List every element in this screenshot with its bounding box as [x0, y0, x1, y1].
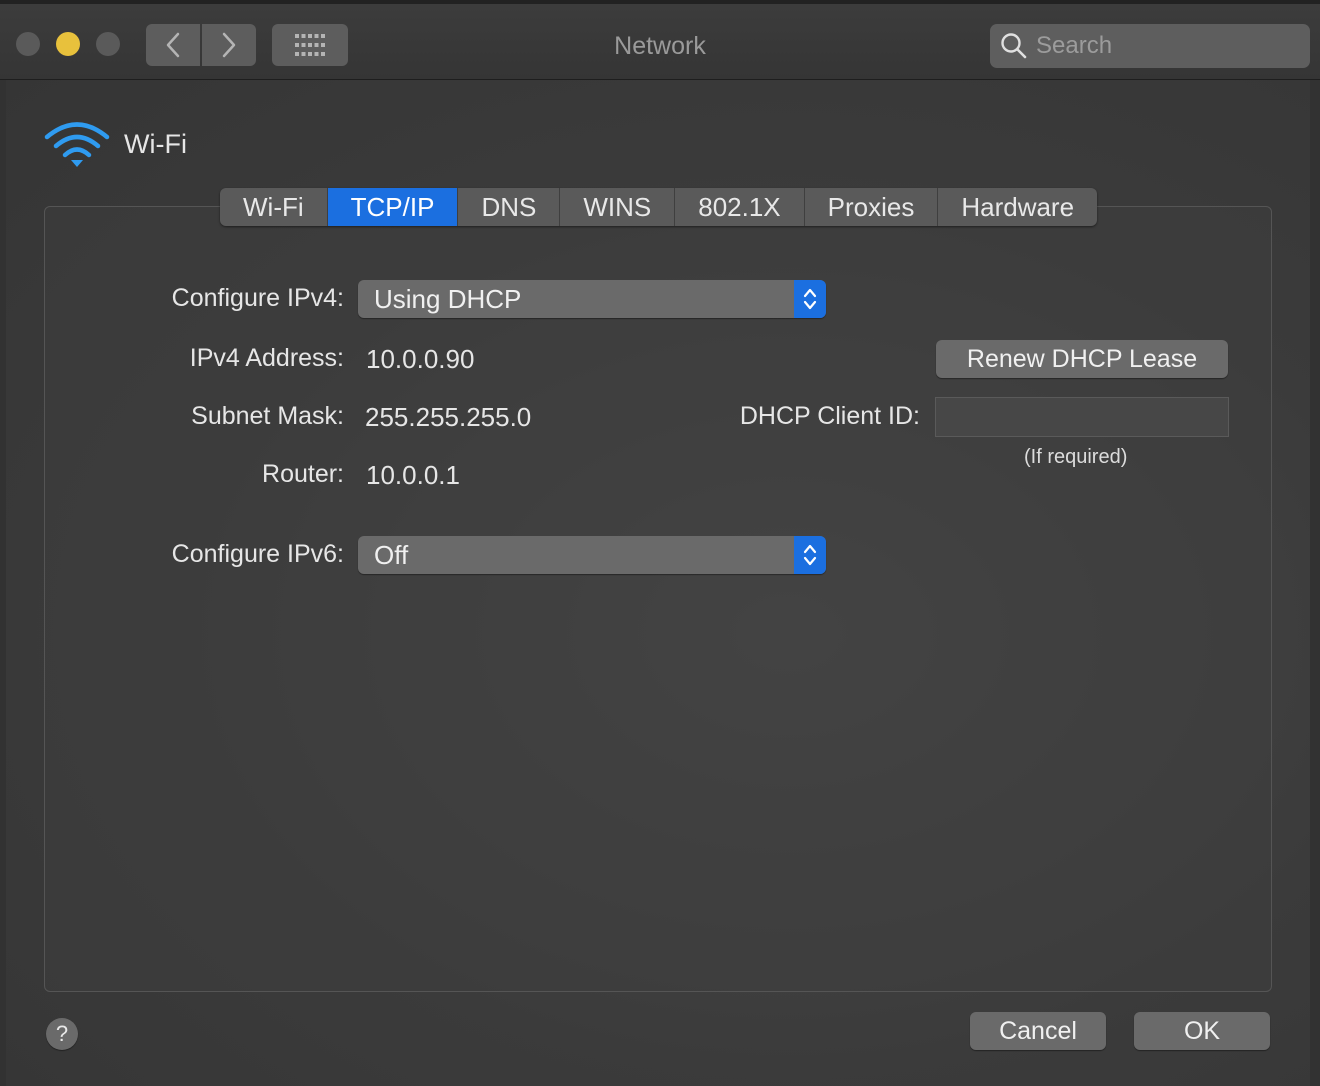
settings-panel	[44, 206, 1272, 992]
forward-button[interactable]	[202, 24, 256, 66]
zoom-window-button[interactable]	[96, 32, 120, 56]
dhcp-client-id-field[interactable]	[935, 397, 1229, 437]
title-bar: Network	[0, 0, 1320, 80]
ok-button[interactable]: OK	[1134, 1012, 1270, 1050]
network-preferences-window: Network Wi-Fi Wi-Fi TCP/IP DNS WINS	[0, 0, 1320, 1086]
dhcp-client-id-input[interactable]	[936, 398, 1228, 436]
renew-dhcp-lease-button[interactable]: Renew DHCP Lease	[936, 340, 1228, 378]
tab-tcpip[interactable]: TCP/IP	[327, 188, 459, 226]
ipv4-address-value: 10.0.0.90	[366, 344, 475, 374]
dhcp-client-id-label: DHCP Client ID:	[739, 402, 920, 430]
configure-ipv6-popup[interactable]: Off	[358, 536, 826, 574]
tab-proxies[interactable]: Proxies	[805, 188, 939, 226]
configure-ipv4-label: Configure IPv4:	[171, 284, 344, 312]
tab-hardware[interactable]: Hardware	[938, 188, 1097, 226]
minimize-window-button[interactable]	[56, 32, 80, 56]
tab-bar: Wi-Fi TCP/IP DNS WINS 802.1X Proxies Har…	[220, 188, 1098, 226]
tab-dns[interactable]: DNS	[458, 188, 561, 226]
search-field[interactable]	[990, 24, 1310, 68]
configure-ipv4-popup[interactable]: Using DHCP	[358, 280, 826, 318]
configure-ipv4-value: Using DHCP	[374, 283, 522, 314]
ipv4-address-label: IPv4 Address:	[189, 344, 344, 372]
chevron-left-icon	[166, 32, 180, 58]
help-button[interactable]: ?	[46, 1018, 78, 1050]
configure-ipv6-value: Off	[374, 539, 409, 570]
cancel-button[interactable]: Cancel	[970, 1012, 1106, 1050]
tab-8021x[interactable]: 802.1X	[675, 188, 805, 226]
configure-ipv6-label: Configure IPv6:	[171, 540, 344, 568]
router-value: 10.0.0.1	[366, 460, 460, 490]
dhcp-client-id-hint: (If required)	[1024, 446, 1128, 468]
wifi-icon	[44, 122, 110, 167]
window-title: Network	[614, 32, 706, 60]
chevron-right-icon	[222, 32, 236, 58]
search-icon	[1001, 33, 1027, 59]
router-label: Router:	[262, 460, 344, 488]
tab-wins[interactable]: WINS	[560, 188, 676, 226]
subnet-mask-label: Subnet Mask:	[191, 402, 344, 430]
service-name: Wi-Fi	[124, 128, 187, 159]
popup-arrows-icon	[794, 280, 826, 318]
close-window-button[interactable]	[16, 32, 40, 56]
grid-icon	[295, 34, 325, 56]
service-header: Wi-Fi	[44, 120, 187, 168]
content-area: Wi-Fi Wi-Fi TCP/IP DNS WINS 802.1X Proxi…	[6, 80, 1310, 1086]
show-all-button[interactable]	[272, 24, 348, 66]
popup-arrows-icon	[794, 536, 826, 574]
back-button[interactable]	[146, 24, 200, 66]
search-input[interactable]	[1036, 32, 1296, 60]
tab-wifi[interactable]: Wi-Fi	[220, 188, 328, 226]
subnet-mask-value: 255.255.255.0	[365, 402, 532, 432]
